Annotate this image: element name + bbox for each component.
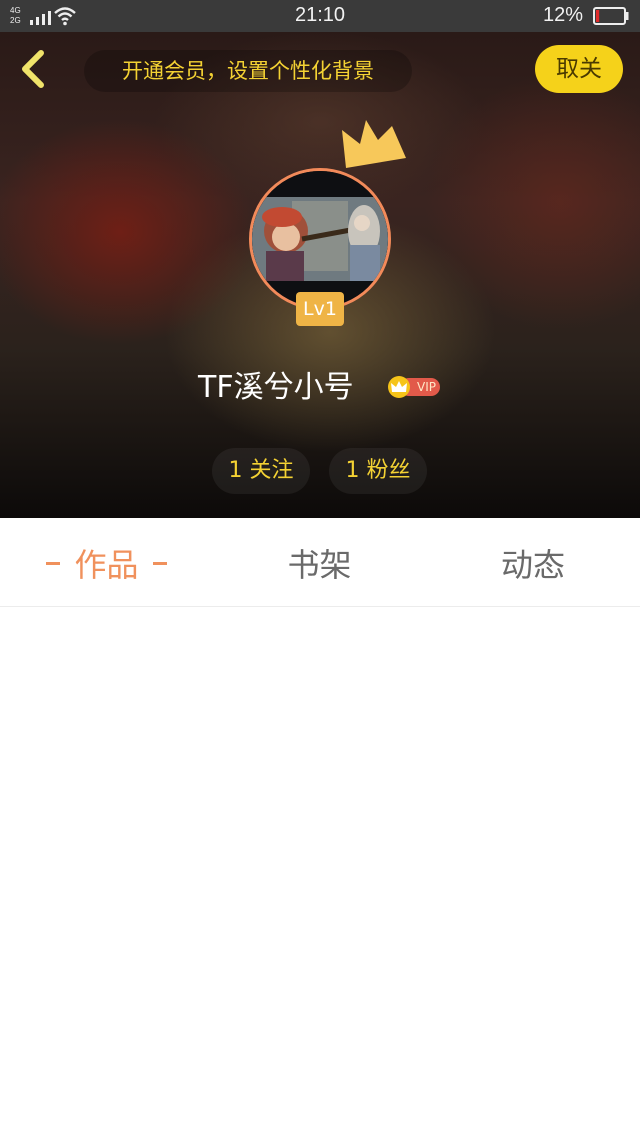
vip-badge[interactable]: VIP [388,376,442,398]
tab-active-indicator-right [152,561,167,565]
tab-bookshelf[interactable]: 书架 [213,518,426,606]
tab-works-label: 作品 [74,546,139,584]
vip-crown-icon [388,376,410,398]
tab-activity[interactable]: 动态 [426,518,640,606]
tab-active-indicator-left [46,561,61,565]
avatar[interactable] [249,168,391,310]
battery-icon [593,7,629,25]
battery-percent: 12% [543,4,584,26]
tab-content-area [0,607,640,1138]
username-row: TF溪兮小号 VIP [0,366,640,410]
vip-promo-banner[interactable]: 开通会员，设置个性化背景 [84,50,412,92]
tab-bookshelf-label: 书架 [287,546,352,584]
chevron-left-icon[interactable] [14,47,54,91]
unfollow-button[interactable]: 取关 [535,45,623,93]
tab-works[interactable]: 作品 [0,518,213,606]
profile-tabs: 作品 书架 动态 [0,518,640,607]
profile-header: 开通会员，设置个性化背景 取关 Lv1 TF溪兮小号 VIP 1 关注 1 粉丝 [0,32,640,518]
crown-icon [342,120,406,168]
username: TF溪兮小号 [198,370,354,405]
level-badge: Lv1 [296,292,344,326]
following-count[interactable]: 1 关注 [212,448,310,494]
tab-activity-label: 动态 [500,546,565,584]
status-bar: 4G 2G 21:10 12% [0,0,640,32]
followers-count[interactable]: 1 粉丝 [329,448,427,494]
